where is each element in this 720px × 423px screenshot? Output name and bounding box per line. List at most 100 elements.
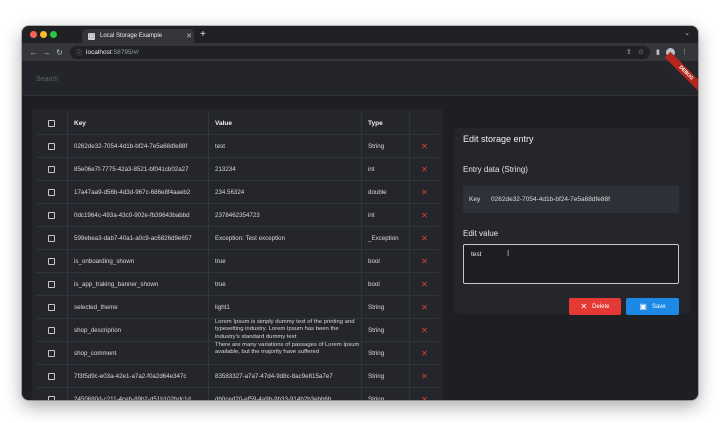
minimize-window-button[interactable] [40, 31, 47, 38]
delete-row-icon[interactable]: ✕ [410, 250, 439, 272]
delete-button-label: Delete [592, 303, 610, 310]
row-value: true [209, 250, 362, 272]
table-row[interactable]: selected_theme light1 String ✕ [36, 296, 439, 319]
row-type: double [362, 181, 410, 203]
row-key: 599ebea3-dab7-40a1-a0c9-ac6826d9e657 [68, 227, 209, 249]
sidebar-icon[interactable]: ▮ [656, 48, 660, 56]
address-bar[interactable]: ⓘ localhost :58795/#/ ⇪ ☆ [70, 45, 650, 59]
delete-row-icon[interactable]: ✕ [410, 204, 439, 226]
delete-row-icon[interactable]: ✕ [410, 158, 439, 180]
row-key: 17a47aa9-d56b-4d3d-967c-686e8f4aaeb2 [68, 181, 209, 203]
table-row[interactable]: 0dc1964c-493a-43c0-902e-fb39643babbd 2378… [36, 204, 439, 227]
table-row[interactable]: is_onboarding_shown true bool ✕ [36, 250, 439, 273]
reload-icon[interactable]: ↻ [53, 48, 66, 57]
table-row[interactable]: 599ebea3-dab7-40a1-a0c9-ac6826d9e657 Exce… [36, 227, 439, 250]
url-path: :58795/#/ [111, 48, 139, 56]
table-row[interactable]: 0262de32-7054-4d1b-bf24-7e5a68dfe88f test… [36, 135, 439, 158]
row-checkbox[interactable] [48, 165, 55, 173]
delete-row-icon[interactable]: ✕ [410, 227, 439, 249]
row-checkbox[interactable] [48, 188, 55, 196]
row-checkbox[interactable] [48, 280, 55, 288]
back-icon[interactable]: ← [27, 48, 40, 57]
row-key: 85e06e7f-7775-42a3-8521-bf041cb02a27 [68, 158, 209, 180]
delete-row-icon[interactable]: ✕ [410, 388, 439, 401]
row-value: 2378462354723 [209, 204, 362, 226]
row-checkbox[interactable] [48, 303, 55, 311]
row-type: bool [362, 273, 410, 295]
favicon-icon: ⬚ [88, 32, 95, 40]
table-row[interactable]: shop_descriprion Lorem Ipsum is simply du… [36, 319, 439, 342]
table-row[interactable]: 7f3f5d9c-e03a-42e1-a7a2-f0a2d64e347c 8358… [36, 365, 439, 388]
table-header-row: Key Value Type [36, 112, 439, 135]
table-row[interactable]: shop_comment There are many variations of… [36, 342, 439, 365]
browser-tab[interactable]: ⬚ Local Storage Example ✕ [82, 29, 194, 43]
row-checkbox[interactable] [48, 142, 55, 150]
row-type: int [362, 158, 410, 180]
chevron-down-icon[interactable]: ⌄ [684, 29, 690, 37]
row-type: int [362, 204, 410, 226]
storage-table: Key Value Type 0262de32-7054-4d1b-bf24-7… [32, 109, 443, 400]
tab-close-icon[interactable]: ✕ [184, 32, 194, 40]
row-key: shop_comment [68, 342, 209, 364]
delete-row-icon[interactable]: ✕ [410, 319, 439, 341]
edit-panel: Edit storage entry Entry data (String) K… [454, 128, 690, 315]
header-actions [410, 112, 439, 134]
delete-row-icon[interactable]: ✕ [410, 135, 439, 157]
browser-toolbar: ← → ↻ ⓘ localhost :58795/#/ ⇪ ☆ ▮ ⋮ [22, 43, 698, 61]
zoom-window-button[interactable] [50, 31, 57, 38]
row-checkbox[interactable] [48, 257, 55, 265]
row-checkbox[interactable] [48, 234, 55, 242]
row-value: 213234 [209, 158, 362, 180]
row-value: There are many variations of passages of… [209, 342, 362, 364]
close-window-button[interactable] [30, 31, 37, 38]
value-editor[interactable] [463, 244, 679, 284]
row-key: selected_theme [68, 296, 209, 318]
row-value: 234.56324 [209, 181, 362, 203]
new-tab-button[interactable]: + [200, 29, 206, 41]
row-checkbox[interactable] [48, 372, 55, 380]
header-value[interactable]: Value [209, 112, 362, 134]
row-checkbox[interactable] [48, 211, 55, 219]
site-info-icon[interactable]: ⓘ [76, 48, 82, 57]
table-row[interactable]: 17a47aa9-d56b-4d3d-967c-686e8f4aaeb2 234.… [36, 181, 439, 204]
tab-strip: ⬚ Local Storage Example ✕ + ⌄ [22, 26, 698, 43]
entry-key-label: Key [469, 196, 481, 203]
row-value: Exception: Test exception [209, 227, 362, 249]
header-type[interactable]: Type [362, 112, 410, 134]
row-value: Lorem Ipsum is simply dummy text of the … [209, 319, 362, 341]
row-key: shop_descriprion [68, 319, 209, 341]
row-key: is_onboarding_shown [68, 250, 209, 272]
delete-row-icon[interactable]: ✕ [410, 273, 439, 295]
header-key[interactable]: Key [68, 112, 209, 134]
row-key: 0262de32-7054-4d1b-bf24-7e5a68dfe88f [68, 135, 209, 157]
save-button[interactable]: ▣ Save [626, 298, 679, 315]
delete-row-icon[interactable]: ✕ [410, 296, 439, 318]
row-checkbox[interactable] [48, 395, 55, 400]
app-page: DEBUG Key Value Type 0262de32-7054-4d1b-… [22, 51, 698, 400]
search-input[interactable] [34, 71, 638, 87]
row-checkbox[interactable] [48, 326, 55, 334]
row-checkbox[interactable] [48, 349, 55, 357]
entry-data-heading: Entry data (String) [463, 165, 528, 174]
table-row[interactable]: is_app_traking_banner_shown true bool ✕ [36, 273, 439, 296]
tab-title: Local Storage Example [100, 33, 163, 39]
delete-row-icon[interactable]: ✕ [410, 181, 439, 203]
kebab-menu-icon[interactable]: ⋮ [681, 48, 688, 56]
row-key: 0dc1964c-493a-43c0-902e-fb39643babbd [68, 204, 209, 226]
row-type: bool [362, 250, 410, 272]
delete-row-icon[interactable]: ✕ [410, 342, 439, 364]
row-type: _Exception [362, 227, 410, 249]
delete-row-icon[interactable]: ✕ [410, 365, 439, 387]
row-type: String [362, 342, 410, 364]
forward-icon[interactable]: → [40, 48, 53, 57]
bookmark-star-icon[interactable]: ☆ [638, 48, 644, 56]
table-row[interactable]: 2450680d-c211-4ceb-89b2-d51b102bdc1d db0c… [36, 388, 439, 400]
row-type: String [362, 135, 410, 157]
row-value: 83583327-a7a7-47d4-9d8c-8ac9e815a7e7 [209, 365, 362, 387]
select-all-checkbox[interactable] [48, 119, 55, 127]
row-type: String [362, 319, 410, 341]
table-row[interactable]: 85e06e7f-7775-42a3-8521-bf041cb02a27 2132… [36, 158, 439, 181]
close-icon: ✕ [580, 302, 588, 311]
share-icon[interactable]: ⇪ [626, 48, 632, 56]
delete-button[interactable]: ✕ Delete [569, 298, 621, 315]
